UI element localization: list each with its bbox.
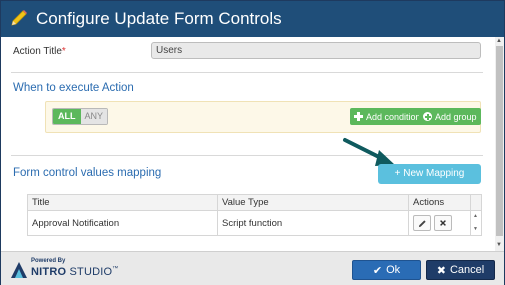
nitro-logo-icon xyxy=(11,262,27,278)
row-value-type: Script function xyxy=(218,211,409,235)
pencil-icon xyxy=(11,10,27,26)
x-icon: ✖ xyxy=(436,264,446,277)
column-header-actions: Actions xyxy=(409,195,471,210)
scroll-down-icon[interactable]: ▼ xyxy=(496,242,502,248)
toggle-any[interactable]: ANY xyxy=(80,109,108,124)
table-scrollbar[interactable]: ▲ ▼ xyxy=(471,211,481,235)
table-scroll-header xyxy=(471,195,481,210)
dialog-titlebar: Configure Update Form Controls xyxy=(1,1,504,37)
action-title-label: Action Title* xyxy=(13,46,66,57)
circle-plus-icon xyxy=(423,112,432,121)
mapping-table: Title Value Type Actions Approval Notifi… xyxy=(27,194,482,236)
required-mark: * xyxy=(61,46,66,57)
column-header-title: Title xyxy=(28,195,218,210)
mapping-section-title: Form control values mapping xyxy=(13,167,162,179)
dialog-body: Action Title* Users When to execute Acti… xyxy=(1,37,495,251)
nitro-studio-logo: Powered By NITRO STUDIO™ xyxy=(9,258,118,282)
dialog-footer: Powered By NITRO STUDIO™ ✔ Ok ✖ Cancel xyxy=(1,251,504,285)
delete-button[interactable] xyxy=(434,215,452,231)
new-mapping-button[interactable]: + New Mapping xyxy=(378,164,481,184)
divider xyxy=(11,72,483,73)
trademark-mark: ™ xyxy=(112,266,119,272)
edit-button[interactable] xyxy=(413,215,431,231)
when-section-title: When to execute Action xyxy=(13,82,134,94)
configure-dialog: Configure Update Form Controls Action Ti… xyxy=(0,0,505,285)
all-any-toggle[interactable]: ALL ANY xyxy=(52,108,109,125)
brand-name: NITRO STUDIO™ xyxy=(31,266,119,278)
close-icon xyxy=(440,220,446,226)
scrollbar-thumb[interactable] xyxy=(496,46,503,236)
add-condition-button[interactable]: Add condition xyxy=(350,108,425,125)
action-title-input[interactable]: Users xyxy=(151,42,481,59)
divider xyxy=(11,155,483,156)
row-title: Approval Notification xyxy=(28,211,218,235)
scroll-up-icon[interactable]: ▲ xyxy=(496,38,502,44)
powered-by-text: Powered By xyxy=(31,258,66,264)
scroll-up-icon[interactable]: ▲ xyxy=(473,213,478,219)
scroll-down-icon[interactable]: ▼ xyxy=(473,226,478,232)
plus-icon xyxy=(354,112,363,121)
condition-builder: ALL ANY Add condition Add group xyxy=(45,101,481,133)
cancel-button[interactable]: ✖ Cancel xyxy=(426,260,495,280)
add-group-button[interactable]: Add group xyxy=(419,108,481,125)
dialog-title: Configure Update Form Controls xyxy=(36,9,282,28)
table-header: Title Value Type Actions xyxy=(28,195,481,211)
toggle-all[interactable]: ALL xyxy=(53,109,81,124)
row-actions xyxy=(409,211,471,235)
check-icon: ✔ xyxy=(372,264,383,277)
ok-button[interactable]: ✔ Ok xyxy=(352,260,421,280)
pencil-icon xyxy=(418,219,426,227)
table-row: Approval Notification Script function ▲ … xyxy=(28,211,481,235)
column-header-value-type: Value Type xyxy=(218,195,409,210)
dialog-scrollbar[interactable]: ▲ ▼ xyxy=(495,37,504,251)
